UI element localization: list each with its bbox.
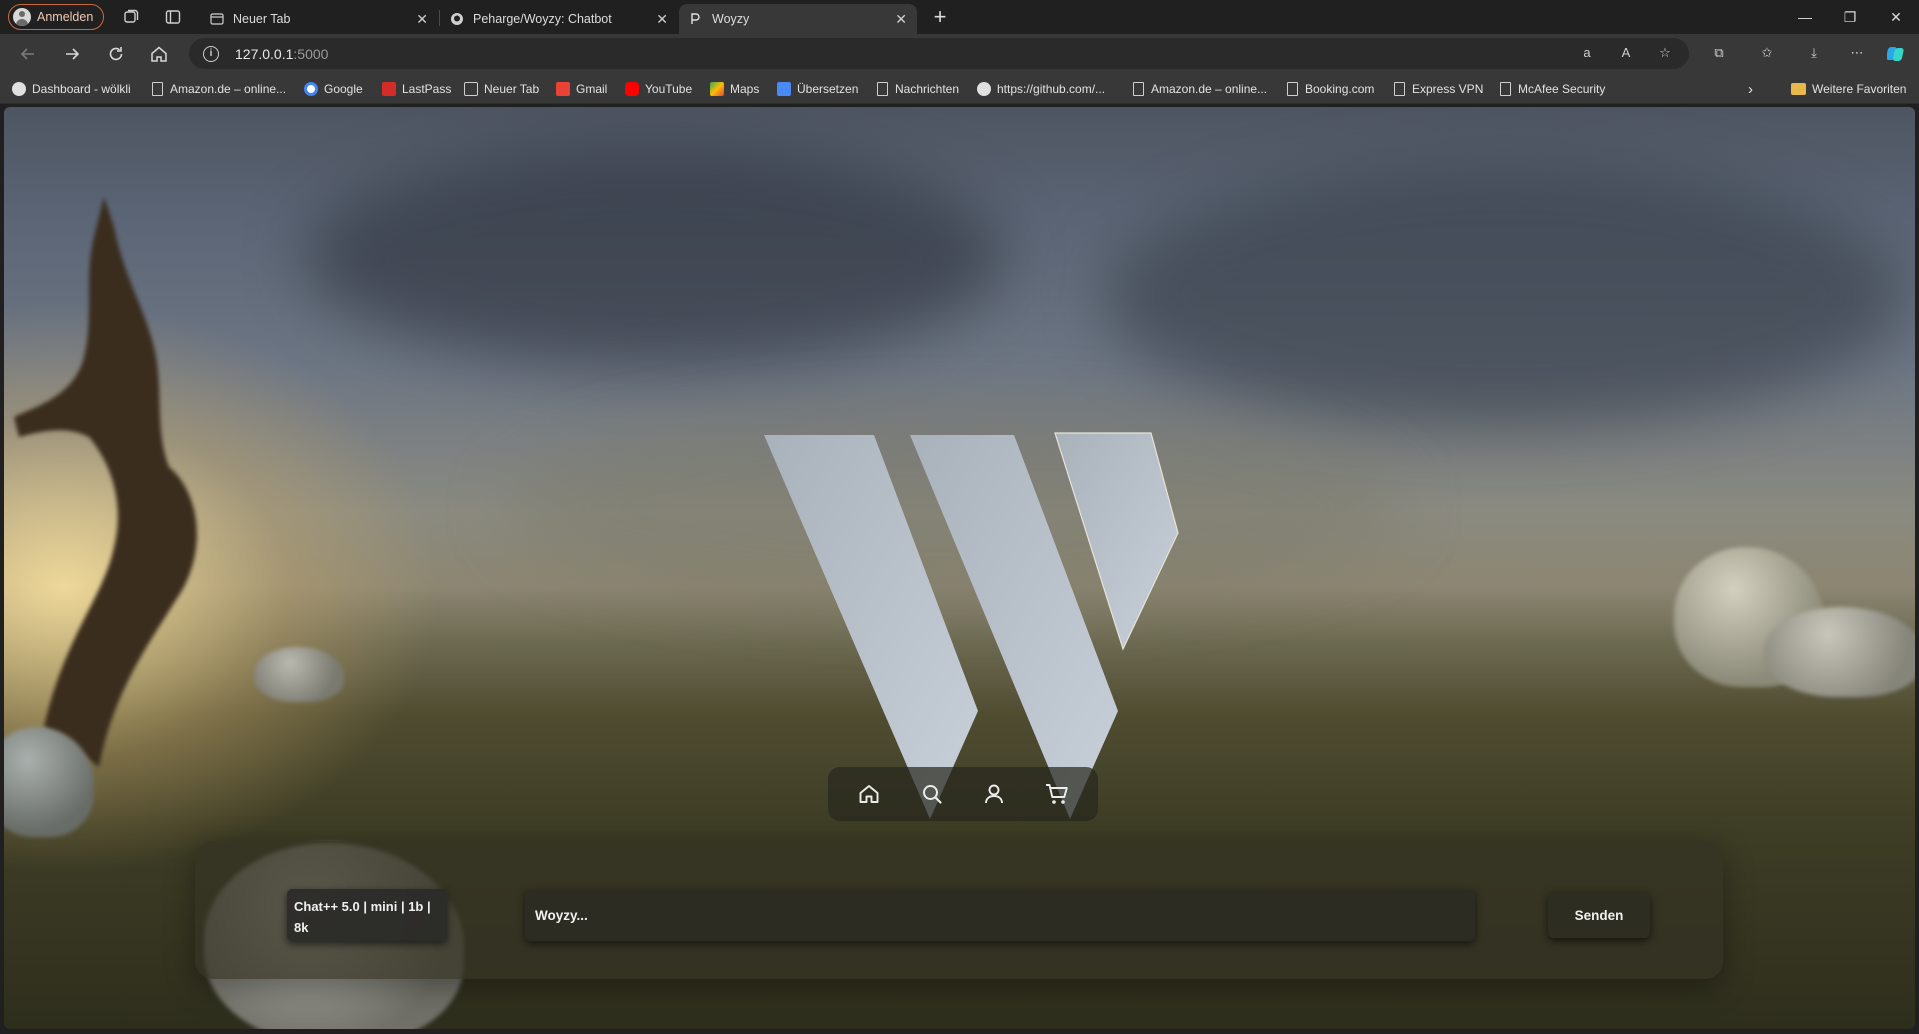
profile-label: Anmelden [37, 10, 94, 24]
bookmark-item[interactable]: Amazon.de – online... [1133, 81, 1267, 97]
rock-image [1764, 607, 1915, 697]
translate-icon[interactable]: a [1578, 44, 1596, 62]
rock-image [254, 647, 344, 702]
forward-icon[interactable] [62, 44, 82, 64]
chat-input[interactable] [525, 889, 1475, 941]
lastpass-icon [382, 82, 396, 96]
home-icon[interactable] [849, 774, 889, 814]
bookmark-item[interactable]: Dashboard - wölkli [12, 81, 131, 97]
main-nav-bar [828, 767, 1098, 821]
background-cloud [1104, 167, 1904, 427]
google-icon [304, 82, 318, 96]
chevron-right-icon[interactable]: › [1748, 81, 1753, 98]
more-menu-icon[interactable]: ⋯ [1848, 44, 1866, 62]
close-window-button[interactable]: ✕ [1886, 7, 1906, 27]
page-icon [1287, 82, 1298, 96]
bookmark-item[interactable]: YouTube [625, 81, 692, 97]
tab-neuer-tab[interactable]: Neuer Tab ✕ [200, 4, 438, 34]
bookmark-item[interactable]: Gmail [556, 81, 607, 97]
bookmark-item[interactable]: https://github.com/... [977, 81, 1105, 97]
bookmark-item[interactable]: Express VPN [1394, 81, 1483, 97]
copilot-icon[interactable] [1887, 44, 1907, 64]
page-icon [1394, 82, 1405, 96]
bookmark-item[interactable]: LastPass [382, 81, 451, 97]
tab-strip: Anmelden Neuer Tab ✕ Peharge/Woyzy: Chat… [0, 0, 1919, 34]
address-host: 127.0.0.1 [235, 45, 294, 62]
minimize-button[interactable]: — [1795, 7, 1815, 27]
newtab-icon [464, 82, 478, 96]
gmail-icon [556, 82, 570, 96]
home-icon[interactable] [149, 44, 169, 64]
maps-icon [710, 82, 724, 96]
tab-woyzy[interactable]: Woyzy ✕ [679, 4, 917, 34]
profile-button[interactable]: Anmelden [8, 4, 105, 30]
cloud-icon [12, 82, 26, 96]
read-aloud-icon[interactable]: A [1617, 44, 1635, 62]
site-info-icon[interactable]: i [203, 45, 219, 62]
woyzy-icon [691, 13, 700, 24]
downloads-icon[interactable]: ⤓ [1805, 44, 1823, 62]
favorite-star-icon[interactable]: ☆ [1656, 44, 1674, 62]
background-cloud [304, 147, 1004, 367]
page-icon [1133, 82, 1144, 96]
cart-icon[interactable] [1037, 774, 1077, 814]
reload-icon[interactable] [106, 44, 126, 64]
new-tab-button[interactable]: + [930, 6, 950, 28]
back-icon[interactable] [18, 44, 38, 64]
tab-title: Woyzy [712, 12, 750, 26]
bookmark-item[interactable]: Nachrichten [877, 81, 959, 97]
user-icon[interactable] [974, 774, 1014, 814]
tab-title: Peharge/Woyzy: Chatbot [473, 12, 612, 26]
github-icon [977, 82, 991, 96]
bookmark-item[interactable]: Booking.com [1287, 81, 1374, 97]
bookmark-item[interactable]: Neuer Tab [464, 81, 539, 97]
browser-toolbar: i 127.0.0.1:5000 a A ☆ ⧉ ✩ ⤓ ⋯ [0, 34, 1919, 74]
model-selector[interactable]: Chat++ 5.0 | mini | 1b | 8k [287, 889, 447, 941]
favorites-icon[interactable]: ✩ [1758, 44, 1776, 62]
page-icon [1500, 82, 1511, 96]
tab-title: Neuer Tab [233, 12, 291, 26]
translate-icon [777, 82, 791, 96]
close-icon[interactable]: ✕ [416, 11, 428, 28]
other-favorites[interactable]: Weitere Favoriten [1791, 81, 1906, 97]
close-icon[interactable]: ✕ [895, 11, 907, 28]
search-icon[interactable] [912, 774, 952, 814]
avatar-icon [13, 8, 31, 26]
address-bar[interactable]: i 127.0.0.1:5000 [189, 38, 1689, 69]
chat-panel: Chat++ 5.0 | mini | 1b | 8k Senden [195, 841, 1723, 979]
restore-button[interactable]: ❐ [1840, 7, 1860, 27]
extensions-icon[interactable]: ⧉ [1710, 44, 1728, 62]
folder-icon [1791, 83, 1806, 95]
tab-github[interactable]: Peharge/Woyzy: Chatbot ✕ [440, 4, 678, 34]
page-icon [152, 82, 163, 96]
page-icon [877, 82, 888, 96]
tree-trunk-image [14, 197, 197, 767]
bookmark-item[interactable]: McAfee Security [1500, 81, 1605, 97]
youtube-icon [625, 82, 639, 96]
bookmark-item[interactable]: Amazon.de – online... [152, 81, 286, 97]
address-port: :5000 [293, 45, 329, 62]
workspaces-icon[interactable] [122, 8, 140, 26]
github-icon [451, 13, 463, 25]
tab-actions-icon[interactable] [164, 8, 182, 26]
bookmarks-bar: Dashboard - wölkli Amazon.de – online...… [0, 74, 1919, 104]
page-icon [210, 13, 224, 25]
woyzy-page: Chat++ 5.0 | mini | 1b | 8k Senden [4, 107, 1915, 1029]
send-button[interactable]: Senden [1548, 892, 1650, 938]
close-icon[interactable]: ✕ [656, 11, 668, 28]
bookmark-item[interactable]: Maps [710, 81, 759, 97]
bookmark-item[interactable]: Übersetzen [777, 81, 858, 97]
bookmark-item[interactable]: Google [304, 81, 363, 97]
